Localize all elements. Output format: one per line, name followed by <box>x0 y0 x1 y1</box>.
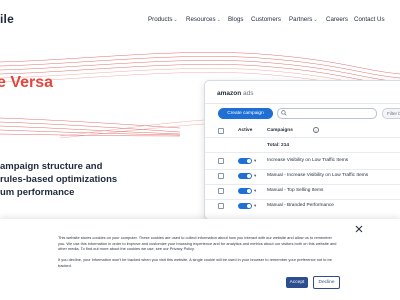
nav-resources[interactable]: Resources ⌄ <box>186 16 221 23</box>
active-toggle[interactable] <box>238 188 252 194</box>
nav-partners-label: Partners <box>289 16 313 23</box>
nav-products[interactable]: Products ⌄ <box>148 16 178 23</box>
row-checkbox[interactable] <box>218 188 224 194</box>
nav-contact-us[interactable]: Contact Us <box>354 16 385 23</box>
active-toggle[interactable] <box>238 173 252 179</box>
hero-description-line: um performance <box>0 187 75 198</box>
nav-blogs[interactable]: Blogs <box>228 16 243 23</box>
nav-resources-label: Resources <box>186 16 216 23</box>
select-all-checkbox[interactable] <box>218 128 224 134</box>
nav-customers[interactable]: Customers <box>251 16 281 23</box>
row-checkbox[interactable] <box>218 173 224 179</box>
row-divider <box>205 152 400 153</box>
hero-description-line: ampaign structure and <box>0 161 103 172</box>
row-divider <box>205 199 400 200</box>
search-icon <box>281 110 287 116</box>
chevron-down-icon[interactable]: ▾ <box>254 203 256 209</box>
chevron-down-icon[interactable]: ▾ <box>254 158 256 164</box>
active-toggle[interactable] <box>238 203 252 209</box>
hero-description-line: rules-based optimizations <box>0 174 118 185</box>
active-toggle[interactable] <box>238 158 252 164</box>
nav-careers[interactable]: Careers <box>326 16 348 23</box>
panel-divider <box>205 103 400 104</box>
cookie-decline-text: If you decline, your information won't b… <box>58 257 332 268</box>
campaigns-total: Total: 214 <box>267 143 290 148</box>
info-icon[interactable]: i <box>313 127 319 133</box>
nav-contact-us-label: Contact Us <box>354 16 385 23</box>
nav-customers-label: Customers <box>251 16 281 23</box>
close-icon[interactable] <box>353 223 365 235</box>
campaign-name[interactable]: Manual - Increase Visibility on Low Traf… <box>267 173 368 178</box>
hero-title: e Versa <box>0 74 54 91</box>
row-checkbox[interactable] <box>218 158 224 164</box>
chevron-down-icon: ⌄ <box>173 16 178 23</box>
nav-careers-label: Careers <box>326 16 349 23</box>
campaign-name[interactable]: Manual - Top Selling Items <box>267 188 323 193</box>
nav-products-label: Products <box>148 16 173 23</box>
campaign-name[interactable]: Manual - Branded Performance <box>267 203 334 208</box>
amazon-ads-panel: amazon ads Create campaign Filter by Act… <box>204 80 400 220</box>
amazon-ads-logo-prefix: amazon <box>217 90 242 97</box>
row-divider <box>205 184 400 185</box>
nav-partners[interactable]: Partners ⌄ <box>289 16 318 23</box>
column-header-campaigns[interactable]: Campaigns <box>267 128 293 133</box>
chevron-down-icon[interactable]: ▾ <box>254 173 256 179</box>
chevron-down-icon[interactable]: ▾ <box>254 188 256 194</box>
site-logo[interactable]: ile <box>0 12 14 26</box>
create-campaign-button[interactable]: Create campaign <box>218 108 273 119</box>
row-divider <box>205 137 400 138</box>
cookie-consent-banner: This website stores cookies on your comp… <box>0 219 400 300</box>
campaign-search-input[interactable] <box>277 108 377 119</box>
nav-blogs-label: Blogs <box>228 16 244 23</box>
accept-cookies-button[interactable]: Accept <box>286 277 308 288</box>
column-header-active[interactable]: Active <box>238 128 252 133</box>
chevron-down-icon: ⌄ <box>216 16 221 23</box>
amazon-ads-logo: amazon ads <box>217 90 254 97</box>
chevron-down-icon: ⌄ <box>313 16 318 23</box>
row-divider <box>205 169 400 170</box>
amazon-ads-logo-suffix: ads <box>243 90 254 97</box>
decline-cookies-button[interactable]: Decline <box>313 276 340 289</box>
filter-by-button[interactable]: Filter by <box>382 108 400 119</box>
campaign-name[interactable]: Increase Visibility on Low Traffic Items <box>267 158 348 163</box>
row-checkbox[interactable] <box>218 203 224 209</box>
cookie-notice-text: This website stores cookies on your comp… <box>58 235 337 252</box>
site-header: ile Products ⌄ Resources ⌄ Blogs Customers… <box>0 0 400 40</box>
hero-description: ampaign structure and rules-based optimi… <box>0 160 140 199</box>
